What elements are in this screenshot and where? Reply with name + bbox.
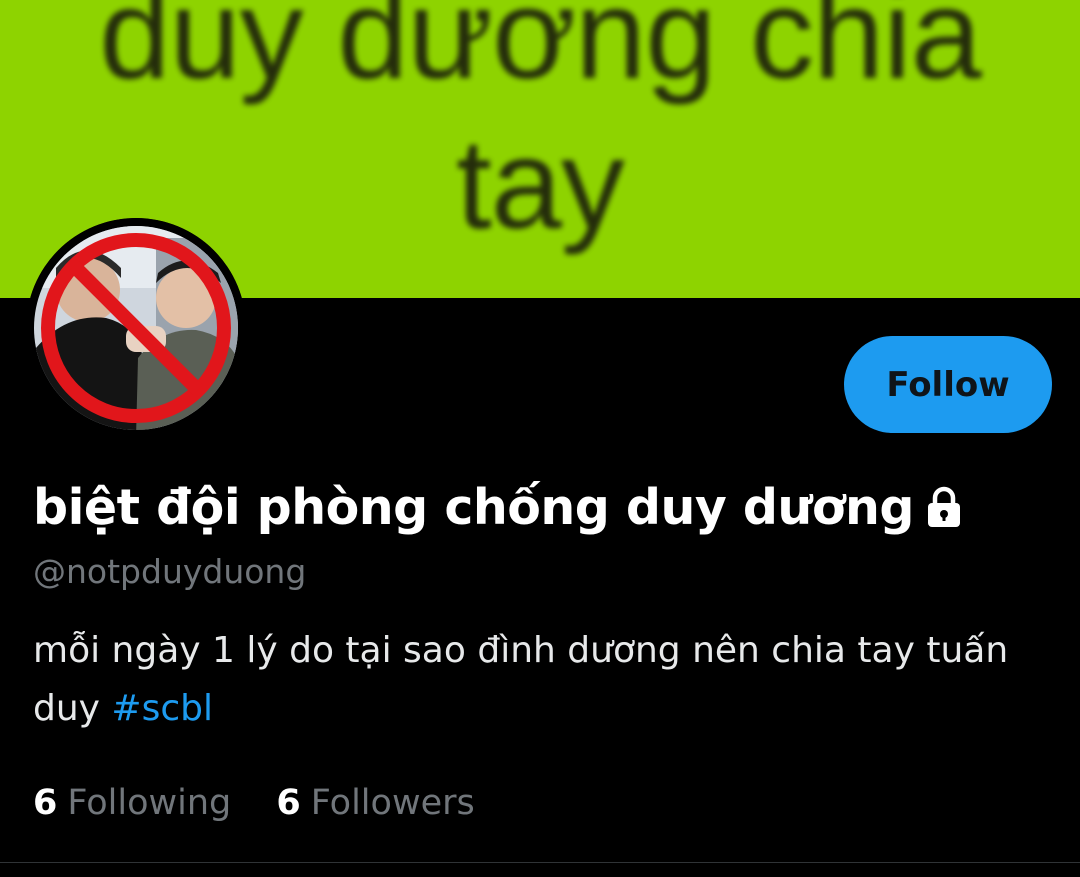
- user-handle: @notpduyduong: [33, 552, 307, 591]
- followers-link[interactable]: 6 Followers: [276, 783, 474, 823]
- follow-button[interactable]: Follow: [844, 336, 1052, 433]
- follow-stats: 6 Following 6 Followers: [33, 783, 475, 823]
- followers-count: 6: [276, 783, 301, 823]
- profile-bio: mỗi ngày 1 lý do tại sao đình dương nên …: [33, 622, 1043, 738]
- followers-label: Followers: [310, 783, 475, 823]
- divider: [0, 862, 1080, 863]
- bio-hashtag-link[interactable]: #scbl: [111, 688, 213, 729]
- lock-icon[interactable]: [922, 485, 966, 533]
- following-link[interactable]: 6 Following: [33, 783, 231, 823]
- avatar-image: [26, 218, 246, 438]
- following-label: Following: [67, 783, 232, 823]
- display-name: biệt đội phòng chống duy dương: [33, 478, 914, 536]
- display-name-row: biệt đội phòng chống duy dương: [33, 472, 966, 542]
- avatar[interactable]: [26, 218, 246, 438]
- following-count: 6: [33, 783, 58, 823]
